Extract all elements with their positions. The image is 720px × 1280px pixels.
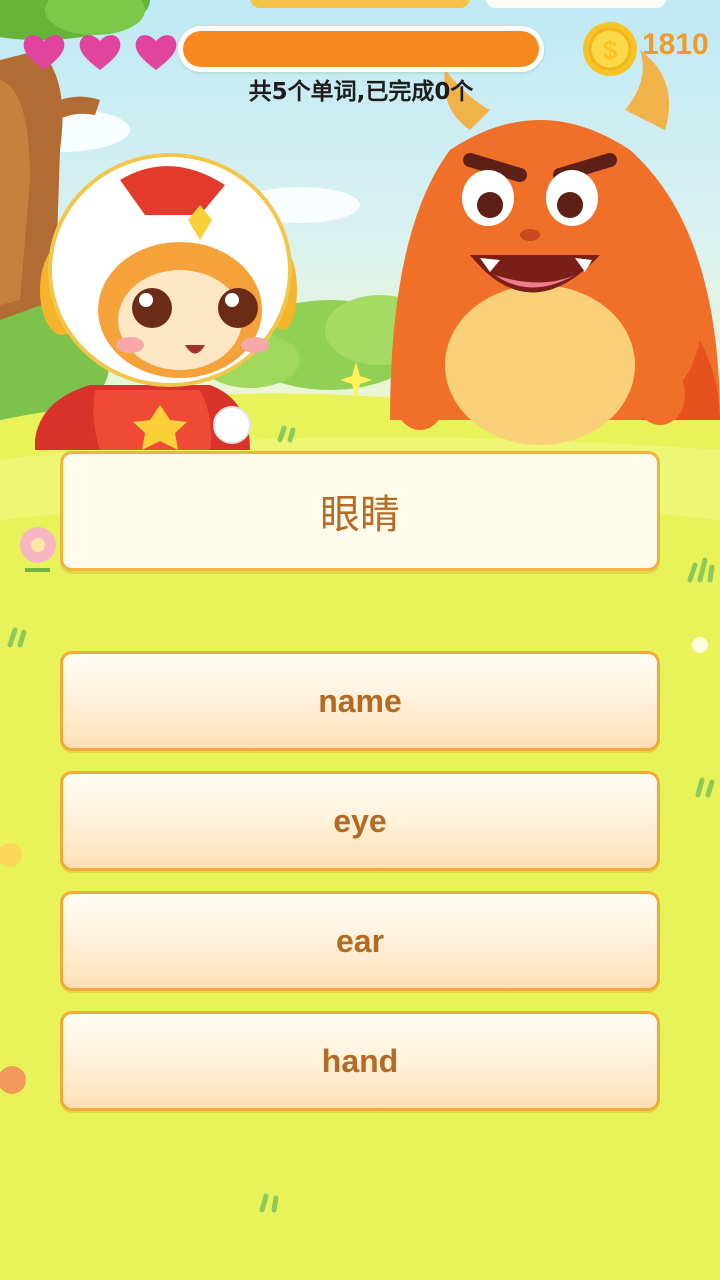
monster-character: [390, 50, 720, 445]
sparkle-decoration: [692, 637, 708, 653]
question-card: 眼睛: [60, 451, 660, 571]
top-banner-frame: [486, 0, 666, 8]
svg-text:$: $: [603, 35, 618, 65]
heart-icon: [79, 35, 121, 70]
answer-option-button[interactable]: name: [60, 651, 660, 751]
heart-icon: [135, 35, 177, 70]
progress-text: 共5个单词,已完成0个: [248, 79, 474, 105]
progress-bar: [178, 26, 544, 72]
answer-option-button[interactable]: hand: [60, 1011, 660, 1111]
answer-option-label: eye: [333, 802, 387, 839]
answer-option-label: hand: [321, 1042, 399, 1079]
answer-option-label: name: [318, 682, 402, 719]
answer-option-button[interactable]: ear: [60, 891, 660, 991]
top-banner-frame: [250, 0, 470, 8]
answer-option-button[interactable]: eye: [60, 771, 660, 871]
coin-count: 1810: [642, 28, 709, 61]
question-word: 眼睛: [320, 492, 400, 538]
lives-display: [22, 32, 178, 72]
heart-icon: [23, 35, 65, 70]
answer-option-label: ear: [335, 922, 385, 959]
progress-bar-fill: [183, 31, 539, 67]
coin-icon: $: [583, 22, 637, 76]
